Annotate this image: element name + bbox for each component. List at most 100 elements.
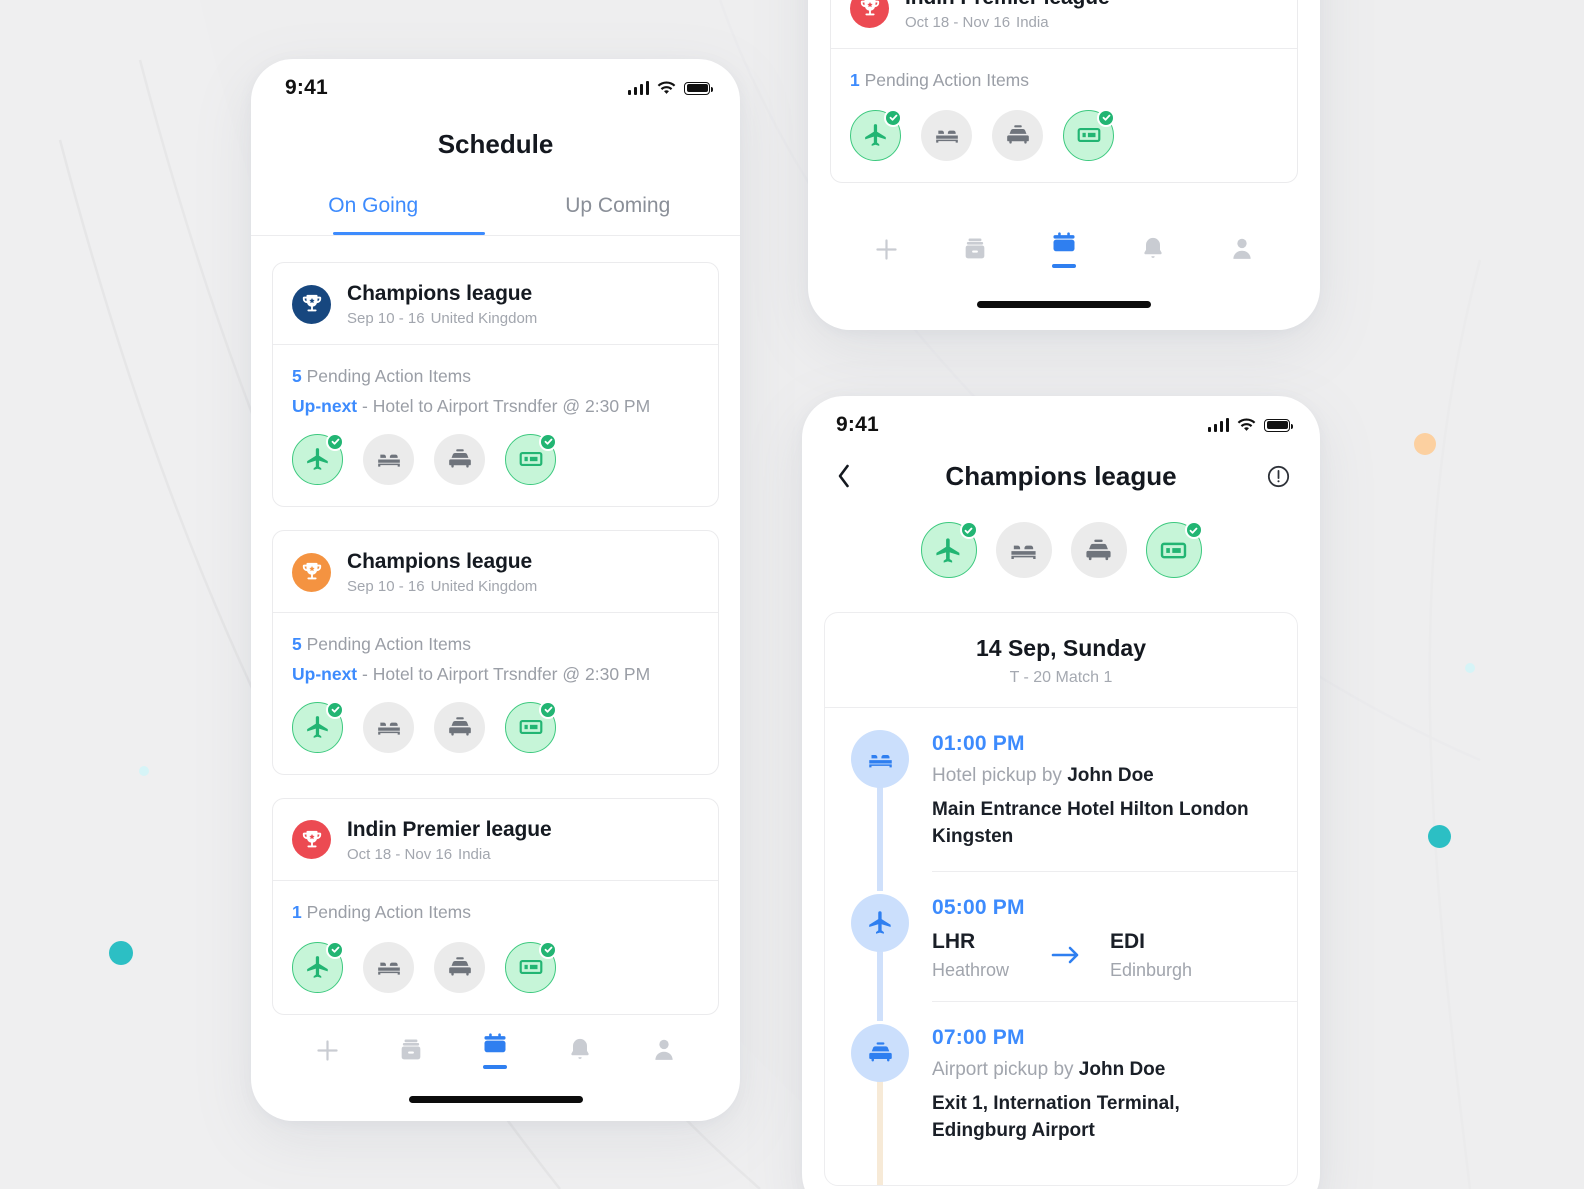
day-card-header: 14 Sep, Sunday T - 20 Match 1 xyxy=(825,613,1297,707)
pending-items: 1 Pending Action Items xyxy=(292,897,699,928)
partial-phone-screen: Indin Premier league Oct 18 - Nov 16 Indi… xyxy=(808,0,1320,330)
origin-code: LHR xyxy=(932,929,976,953)
trophy-icon xyxy=(850,0,889,28)
plane-action-button[interactable] xyxy=(850,108,902,161)
detail-action-icons-row xyxy=(802,521,1320,578)
taxi-action-button[interactable] xyxy=(434,701,485,753)
check-badge xyxy=(539,432,557,451)
timeline-content: 07:00 PM Airport pickup by John Doe Exit… xyxy=(932,1024,1271,1145)
tab-calendar[interactable] xyxy=(1036,230,1092,268)
orange-dot xyxy=(1414,433,1436,455)
timeline-connector xyxy=(877,1075,883,1185)
ticket-action-button[interactable] xyxy=(505,700,557,753)
league-meta: Oct 18 - Nov 16 India xyxy=(347,846,552,863)
tab-profile[interactable] xyxy=(1214,235,1270,263)
pending-items: 1 Pending Action Items xyxy=(850,65,1278,96)
tab-notifications[interactable] xyxy=(1125,235,1181,263)
bed-action-button[interactable] xyxy=(363,941,414,993)
action-icons-row xyxy=(292,432,699,485)
timeline-item[interactable]: 05:00 PM LHR Heathrow EDI Edinburgh xyxy=(825,872,1297,1021)
day-schedule-card: 14 Sep, Sunday T - 20 Match 1 01:00 PM H… xyxy=(824,612,1298,1186)
taxi-action-button[interactable] xyxy=(992,109,1043,161)
home-indicator xyxy=(408,1096,583,1103)
bed-action-button[interactable] xyxy=(363,701,414,753)
teal-dot-right xyxy=(1428,825,1451,848)
card-header: Champions league Sep 10 - 16 United Kingd… xyxy=(273,263,718,344)
pickup-person: John Doe xyxy=(1067,765,1154,786)
check-badge xyxy=(1184,521,1203,539)
partial-schedule-card[interactable]: Indin Premier league Oct 18 - Nov 16 Indi… xyxy=(830,0,1298,183)
tab-add[interactable] xyxy=(858,234,914,265)
plane-action-button[interactable] xyxy=(292,432,344,485)
check-badge xyxy=(1097,108,1115,127)
detail-phone-screen: 9:41 Champions league 14 Sep, Sunday T -… xyxy=(802,396,1320,1189)
tab-add[interactable] xyxy=(299,1035,355,1066)
league-name: Indin Premier league xyxy=(905,0,1110,11)
check-badge xyxy=(539,940,557,959)
plane-action-button[interactable] xyxy=(292,940,344,993)
schedule-card[interactable]: Champions league Sep 10 - 16 United Kingd… xyxy=(272,262,719,507)
timeline-subtitle: Airport pickup by John Doe xyxy=(932,1059,1271,1081)
status-bar: 9:41 xyxy=(251,59,740,103)
pending-items: 5 Pending Action Items xyxy=(292,629,699,660)
page-title: Champions league xyxy=(945,460,1177,491)
info-circle-icon[interactable] xyxy=(1262,460,1294,492)
card-header: Indin Premier league Oct 18 - Nov 16 Indi… xyxy=(831,0,1297,48)
up-next-label: Up-next xyxy=(292,395,358,416)
taxi-action-button[interactable] xyxy=(1070,522,1127,578)
ticket-action-button[interactable] xyxy=(505,432,557,485)
taxi-action-button[interactable] xyxy=(434,941,485,993)
ticket-action-button[interactable] xyxy=(505,940,557,993)
timeline-address: Exit 1, Internation Terminal, Edingburg … xyxy=(932,1092,1180,1141)
bed-action-button[interactable] xyxy=(363,433,414,485)
timeline-item[interactable]: 01:00 PM Hotel pickup by John Doe Main E… xyxy=(825,708,1297,891)
plane-action-button[interactable] xyxy=(920,521,978,578)
card-body: 5 Pending Action Items Up-next - Hotel t… xyxy=(273,345,718,506)
bottom-tabbar xyxy=(251,1031,740,1069)
pending-items: 5 Pending Action Items xyxy=(292,361,699,392)
plane-action-button[interactable] xyxy=(292,700,344,753)
timeline-address: Main Entrance Hotel Hilton London Kingst… xyxy=(932,799,1249,847)
segmented-tabs: On Going Up Coming xyxy=(251,194,740,235)
back-button[interactable] xyxy=(828,460,860,492)
schedule-card[interactable]: Champions league Sep 10 - 16 United Kingd… xyxy=(272,529,719,775)
card-header: Indin Premier league Oct 18 - Nov 16 Indi… xyxy=(273,799,718,880)
card-body: 1 Pending Action Items xyxy=(273,881,718,1014)
ticket-action-button[interactable] xyxy=(1145,521,1203,578)
cyan-dot-left xyxy=(139,766,149,776)
active-tab-indicator xyxy=(1051,264,1076,268)
tab-on-going[interactable]: On Going xyxy=(251,194,496,235)
up-next-label: Up-next xyxy=(292,663,358,684)
wifi-icon xyxy=(1237,418,1256,431)
league-location: United Kingdom xyxy=(430,578,538,596)
league-dates: Sep 10 - 16 xyxy=(347,578,425,596)
bed-action-button[interactable] xyxy=(921,109,972,161)
trophy-icon xyxy=(292,820,331,860)
bed-icon xyxy=(851,730,909,788)
schedule-phone-screen: 9:41 Schedule On Going Up Coming Champio… xyxy=(251,59,740,1121)
wifi-icon xyxy=(657,81,676,94)
tab-briefcase[interactable] xyxy=(383,1036,439,1064)
status-time: 9:41 xyxy=(836,413,879,436)
league-meta: Sep 10 - 16 United Kingdom xyxy=(347,310,537,327)
tab-calendar[interactable] xyxy=(467,1031,523,1069)
timeline-item[interactable]: 07:00 PM Airport pickup by John Doe Exit… xyxy=(825,1002,1297,1185)
bed-action-button[interactable] xyxy=(995,522,1052,578)
trophy-icon xyxy=(292,552,331,592)
tab-notifications[interactable] xyxy=(552,1036,608,1064)
cellular-signal-icon xyxy=(627,81,649,95)
league-name: Champions league xyxy=(347,282,533,305)
pending-label: Pending Action Items xyxy=(306,634,472,655)
status-time: 9:41 xyxy=(285,76,328,99)
schedule-card[interactable]: Indin Premier league Oct 18 - Nov 16 Indi… xyxy=(272,797,719,1015)
tab-up-coming[interactable]: Up Coming xyxy=(496,194,741,235)
taxi-action-button[interactable] xyxy=(434,433,485,485)
bottom-tabbar xyxy=(808,230,1320,268)
league-meta: Sep 10 - 16 United Kingdom xyxy=(347,578,537,595)
tab-profile[interactable] xyxy=(636,1036,692,1064)
tab-briefcase[interactable] xyxy=(947,235,1003,263)
destination-city: Edinburgh xyxy=(1110,959,1193,980)
timeline-content: 05:00 PM LHR Heathrow EDI Edinburgh xyxy=(932,894,1271,981)
ticket-action-button[interactable] xyxy=(1063,108,1115,161)
timeline-connector xyxy=(877,945,883,1021)
